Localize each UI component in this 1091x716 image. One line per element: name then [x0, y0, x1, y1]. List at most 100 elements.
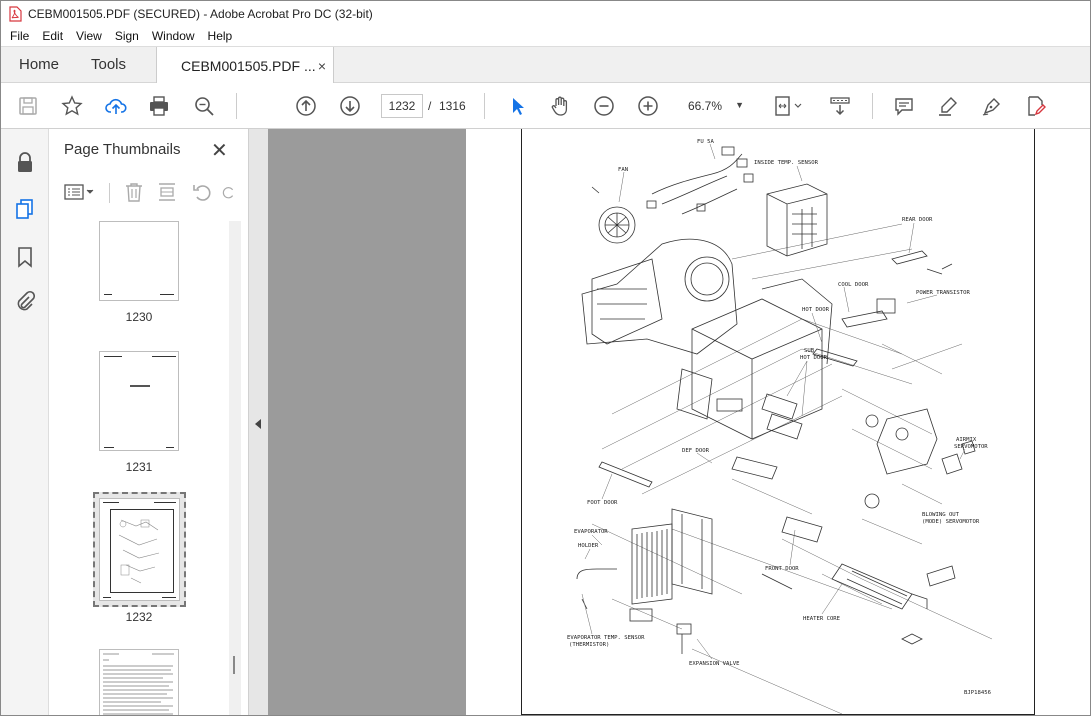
thumbnail-options-icon[interactable] [61, 179, 97, 205]
select-cursor-icon[interactable] [504, 93, 530, 119]
menu-help[interactable]: Help [203, 29, 238, 43]
page-number-input[interactable] [381, 94, 423, 118]
thumbnail-scrollbar[interactable] [229, 221, 241, 715]
main-toolbar: / 1316 66.7% ▼ [1, 83, 1090, 129]
diagram-label: INSIDE TEMP. SENSOR [754, 160, 819, 166]
thumbnail-text-lines [103, 653, 174, 715]
hand-tool-icon[interactable] [547, 93, 573, 119]
menu-edit[interactable]: Edit [37, 29, 68, 43]
edit-pdf-icon[interactable] [1023, 93, 1049, 119]
thumbnail-label: 1230 [125, 310, 153, 324]
page-fit-icon[interactable] [771, 93, 805, 119]
attachment-paperclip-icon[interactable] [13, 289, 37, 313]
bookmark-icon[interactable] [13, 245, 37, 269]
toolbar-separator [872, 93, 873, 119]
close-pane-icon[interactable]: ✕ [211, 138, 228, 163]
previous-page-icon[interactable] [293, 93, 319, 119]
toolbar-separator [109, 183, 110, 203]
toolbar-separator [484, 93, 485, 119]
diagram-label: AIRMIX [956, 437, 977, 443]
page-footer-mark [160, 294, 174, 295]
diagram-label: EVAPORATOR TEMP. SENSOR [567, 635, 645, 641]
total-pages: 1316 [439, 99, 466, 113]
wiring-harness-part [646, 146, 754, 215]
left-rail [1, 129, 49, 715]
pane-title: Page Thumbnails [64, 141, 181, 158]
window-title: CEBM001505.PDF (SECURED) - Adobe Acrobat… [28, 6, 373, 21]
thumbnail-toolbar [49, 175, 248, 209]
zoom-in-icon[interactable] [635, 93, 661, 119]
blower-housing-part [581, 238, 738, 355]
page-footer-mark [104, 447, 114, 448]
evaporator-part [631, 508, 713, 605]
highlight-pen-icon[interactable] [935, 93, 961, 119]
next-page-icon[interactable] [337, 93, 363, 119]
tab-tools[interactable]: Tools [91, 47, 126, 83]
page-thumbnails-icon[interactable] [13, 197, 37, 221]
rotate-right-icon[interactable] [221, 179, 237, 205]
diagram-label: HEATER CORE [803, 616, 841, 622]
diagram-label: FRONT DOOR [765, 566, 799, 572]
close-tab-icon[interactable]: × [318, 58, 326, 74]
diagram-label: DEF DOOR [682, 448, 710, 454]
document-view[interactable]: FU 5A INSIDE TEMP. SENSOR FAN REAR DOOR … [268, 129, 1090, 715]
upload-cloud-icon[interactable] [103, 93, 129, 119]
tab-document[interactable]: CEBM001505.PDF ... × [156, 47, 334, 84]
diagram-label: FAN [618, 167, 628, 173]
thumbnail-page[interactable] [99, 221, 179, 301]
acrobat-window: CEBM001505.PDF (SECURED) - Adobe Acrobat… [0, 0, 1091, 716]
menu-sign[interactable]: Sign [110, 29, 144, 43]
diagram-label: SUB [804, 348, 815, 354]
foot-door-part [598, 461, 653, 488]
extract-page-icon[interactable] [154, 179, 180, 205]
diagram-label: EXPANSION VALVE [689, 661, 740, 667]
rear-door-part [891, 250, 953, 275]
zoom-level-select[interactable]: 66.7% ▼ [682, 94, 748, 118]
page-footer-mark [104, 294, 112, 295]
gear-part [864, 493, 880, 509]
print-icon[interactable] [146, 93, 172, 119]
previous-page-edge [268, 129, 466, 715]
duct-part [926, 565, 956, 587]
lock-icon[interactable] [13, 151, 37, 175]
rotate-left-icon[interactable] [189, 179, 215, 205]
collapse-pane-arrow-icon[interactable] [255, 419, 261, 429]
diagram-label: FU 5A [697, 139, 714, 145]
scroll-mode-icon[interactable] [827, 93, 853, 119]
save-icon[interactable] [15, 93, 41, 119]
sub-hot-door-part [761, 393, 798, 420]
toolbar-separator [236, 93, 237, 119]
menu-window[interactable]: Window [147, 29, 200, 43]
fan-part [591, 186, 636, 244]
diagram-label: HOT DOOR [802, 307, 830, 313]
thumbnail-page[interactable] [99, 649, 179, 715]
page-thumbnails-pane: Page Thumbnails ✕ 1230 1231 1232 [49, 129, 248, 715]
thumbnail-page[interactable] [99, 351, 179, 451]
delete-page-icon[interactable] [121, 179, 147, 205]
sub-hot-door-part [766, 413, 803, 440]
diagram-label: HOT DOOR [800, 355, 828, 361]
diagram-label: SERVOMOTOR [954, 444, 988, 450]
tab-home[interactable]: Home [19, 47, 59, 83]
comment-icon[interactable] [891, 93, 917, 119]
zoom-search-icon[interactable] [191, 93, 217, 119]
diagram-label: EVAPORATOR [574, 529, 608, 535]
thumbnail-selected-frame[interactable] [93, 492, 186, 607]
acrobat-pdf-icon [8, 5, 22, 22]
page-header-mark [154, 502, 176, 503]
gear-part [865, 414, 879, 428]
sign-pen-icon[interactable] [979, 93, 1005, 119]
expansion-valve-part [676, 623, 692, 635]
pane-splitter[interactable] [248, 129, 268, 715]
page-header-mark [103, 502, 119, 503]
power-transistor-part [876, 298, 896, 314]
bracket-part [901, 633, 923, 645]
bookmark-star-icon[interactable] [59, 93, 85, 119]
menu-view[interactable]: View [71, 29, 107, 43]
diagram-label: BJP18456 [964, 690, 991, 696]
zoom-out-icon[interactable] [591, 93, 617, 119]
pdf-page: FU 5A INSIDE TEMP. SENSOR FAN REAR DOOR … [521, 129, 1035, 715]
scrollbar-grip[interactable] [233, 656, 235, 674]
menu-file[interactable]: File [5, 29, 34, 43]
tab-bar: Home Tools CEBM001505.PDF ... × [1, 46, 1090, 84]
